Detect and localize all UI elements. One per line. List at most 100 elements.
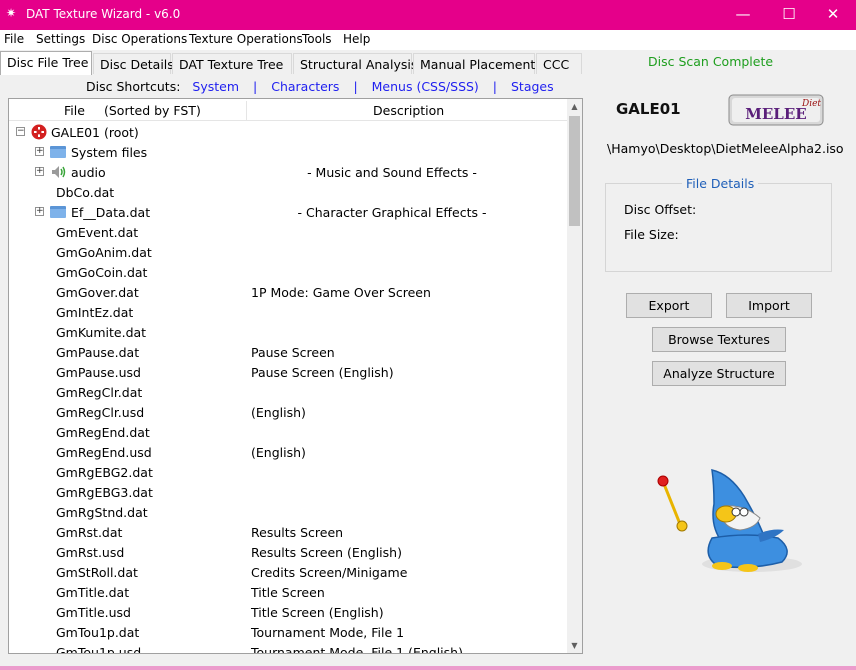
tree-row[interactable]: − GALE01 (root) <box>9 122 567 142</box>
column-file[interactable]: File <box>64 103 85 118</box>
tree-row[interactable]: GmRegEnd.usd (English) <box>9 442 567 462</box>
tree-row[interactable]: GmStRoll.dat Credits Screen/Minigame <box>9 562 567 582</box>
tab-disc-file-tree[interactable]: Disc File Tree <box>0 51 92 75</box>
scan-status: Disc Scan Complete <box>648 54 774 69</box>
tree-row[interactable]: GmRegClr.dat <box>9 382 567 402</box>
tree-row-file-name: GmRegEnd.dat <box>56 425 150 440</box>
file-details-group: File Details Disc Offset: File Size: <box>605 176 832 272</box>
tree-row[interactable]: GmRegEnd.dat <box>9 422 567 442</box>
tree-row-file-name: System files <box>71 145 148 160</box>
tree-row-file-name: GmPause.dat <box>56 345 140 360</box>
tree-row[interactable]: GmTitle.usd Title Screen (English) <box>9 602 567 622</box>
tab-manual-placement[interactable]: Manual Placement <box>413 53 535 74</box>
scroll-thumb[interactable] <box>569 116 580 226</box>
tree-row-description: Pause Screen <box>251 345 335 360</box>
tree-row[interactable]: GmRgEBG3.dat <box>9 482 567 502</box>
tree-row[interactable]: GmTou1p.usd Tournament Mode, File 1 (Engl… <box>9 642 567 654</box>
tab-dat-texture-tree[interactable]: DAT Texture Tree <box>172 53 292 74</box>
column-description[interactable]: Description <box>373 103 444 118</box>
tab-disc-details[interactable]: Disc Details <box>93 53 174 74</box>
tree-row-file-name: GmRegEnd.usd <box>56 445 152 460</box>
tree-row-file-name: GmRst.usd <box>56 545 125 560</box>
star-icon: ✷ <box>6 6 17 20</box>
tree-row-description: Title Screen <box>251 585 325 600</box>
tree-row[interactable]: GmGover.dat 1P Mode: Game Over Screen <box>9 282 567 302</box>
menu-settings[interactable]: Settings <box>36 32 85 46</box>
collapse-icon[interactable]: − <box>16 127 25 136</box>
minimize-button[interactable]: — <box>720 0 766 30</box>
tree-row-description: 1P Mode: Game Over Screen <box>251 285 431 300</box>
tree-row-file-name: GmTitle.usd <box>56 605 131 620</box>
column-sort-note: (Sorted by FST) <box>104 103 201 118</box>
tree-row[interactable]: GmGoAnim.dat <box>9 242 567 262</box>
tree-row[interactable]: GmKumite.dat <box>9 322 567 342</box>
menu-tools[interactable]: Tools <box>302 32 332 46</box>
tab-structural-analysis[interactable]: Structural Analysis <box>293 53 417 74</box>
disc-id: GALE01 <box>616 100 681 118</box>
scroll-down-arrow-icon[interactable]: ▼ <box>567 638 582 653</box>
tree-row[interactable]: GmRegClr.usd (English) <box>9 402 567 422</box>
kamek-mascot-image <box>657 469 802 572</box>
tree-header: File (Sorted by FST) Description <box>9 99 567 121</box>
tree-row[interactable]: DbCo.dat <box>9 182 567 202</box>
analyze-structure-button[interactable]: Analyze Structure <box>652 361 786 386</box>
scroll-up-arrow-icon[interactable]: ▲ <box>567 99 582 114</box>
tree-row-description: Tournament Mode, File 1 (English) <box>251 645 463 654</box>
tree-row[interactable]: GmGoCoin.dat <box>9 262 567 282</box>
tree-row-file-name: GmRgEBG3.dat <box>56 485 153 500</box>
tree-row-file-name: Ef__Data.dat <box>71 205 151 220</box>
tree-row-description: Title Screen (English) <box>251 605 384 620</box>
tree-row[interactable]: GmEvent.dat <box>9 222 567 242</box>
disc-shortcuts: Disc Shortcuts: System | Characters | Me… <box>86 79 554 94</box>
import-button[interactable]: Import <box>726 293 812 318</box>
browse-textures-button[interactable]: Browse Textures <box>652 327 786 352</box>
expand-icon[interactable]: + <box>35 167 44 176</box>
export-button[interactable]: Export <box>626 293 712 318</box>
tree-row[interactable]: GmRst.dat Results Screen <box>9 522 567 542</box>
tree-row-file-name: GALE01 (root) <box>51 125 139 140</box>
tree-row[interactable]: GmRgStnd.dat <box>9 502 567 522</box>
shortcut-characters[interactable]: Characters <box>271 79 339 94</box>
file-tree[interactable]: File (Sorted by FST) Description − GALE01… <box>8 98 583 654</box>
tree-row-file-name: audio <box>71 165 106 180</box>
tree-row[interactable]: GmPause.usd Pause Screen (English) <box>9 362 567 382</box>
iso-path: \Hamyo\Desktop\DietMeleeAlpha2.iso <box>607 141 844 156</box>
vertical-scrollbar[interactable]: ▲ ▼ <box>567 99 582 653</box>
tree-row-file-name: GmRst.dat <box>56 525 123 540</box>
tree-row-file-name: GmGoCoin.dat <box>56 265 148 280</box>
tree-row[interactable]: + Ef__Data.dat - Character Graphical Effec… <box>9 202 567 222</box>
tree-row-file-name: GmIntEz.dat <box>56 305 134 320</box>
tab-ccc[interactable]: CCC <box>536 53 582 74</box>
tree-row[interactable]: + audio - Music and Sound Effects - <box>9 162 567 182</box>
menu-help[interactable]: Help <box>343 32 370 46</box>
column-divider[interactable] <box>246 101 247 121</box>
menu-texture-operations[interactable]: Texture Operations <box>189 32 303 46</box>
file-size-label: File Size: <box>624 227 679 242</box>
tab-bar: Disc File Tree Disc Details DAT Texture … <box>0 51 590 75</box>
expand-icon[interactable]: + <box>35 147 44 156</box>
tree-row[interactable]: GmPause.dat Pause Screen <box>9 342 567 362</box>
folder-icon <box>50 146 66 158</box>
shortcut-stages[interactable]: Stages <box>511 79 554 94</box>
menu-disc-operations[interactable]: Disc Operations <box>92 32 187 46</box>
close-button[interactable]: ✕ <box>810 0 856 30</box>
shortcut-menus[interactable]: Menus (CSS/SSS) <box>372 79 479 94</box>
tree-row-file-name: GmRgStnd.dat <box>56 505 148 520</box>
shortcut-system[interactable]: System <box>192 79 239 94</box>
tree-row[interactable]: GmTou1p.dat Tournament Mode, File 1 <box>9 622 567 642</box>
tree-row[interactable]: GmIntEz.dat <box>9 302 567 322</box>
shortcuts-label: Disc Shortcuts: <box>86 79 181 94</box>
shortcut-separator: | <box>492 79 498 94</box>
tree-row[interactable]: GmRst.usd Results Screen (English) <box>9 542 567 562</box>
tree-row[interactable]: GmTitle.dat Title Screen <box>9 582 567 602</box>
tree-row-file-name: GmKumite.dat <box>56 325 147 340</box>
expand-icon[interactable]: + <box>35 207 44 216</box>
tree-row-description: - Character Graphical Effects - <box>297 205 487 220</box>
tree-row-file-name: GmRegClr.dat <box>56 385 143 400</box>
maximize-button[interactable]: ☐ <box>766 0 812 30</box>
tree-row-description: Tournament Mode, File 1 <box>251 625 405 640</box>
menu-file[interactable]: File <box>4 32 24 46</box>
window-title: DAT Texture Wizard - v6.0 <box>26 7 181 21</box>
tree-row[interactable]: GmRgEBG2.dat <box>9 462 567 482</box>
tree-row[interactable]: + System files <box>9 142 567 162</box>
